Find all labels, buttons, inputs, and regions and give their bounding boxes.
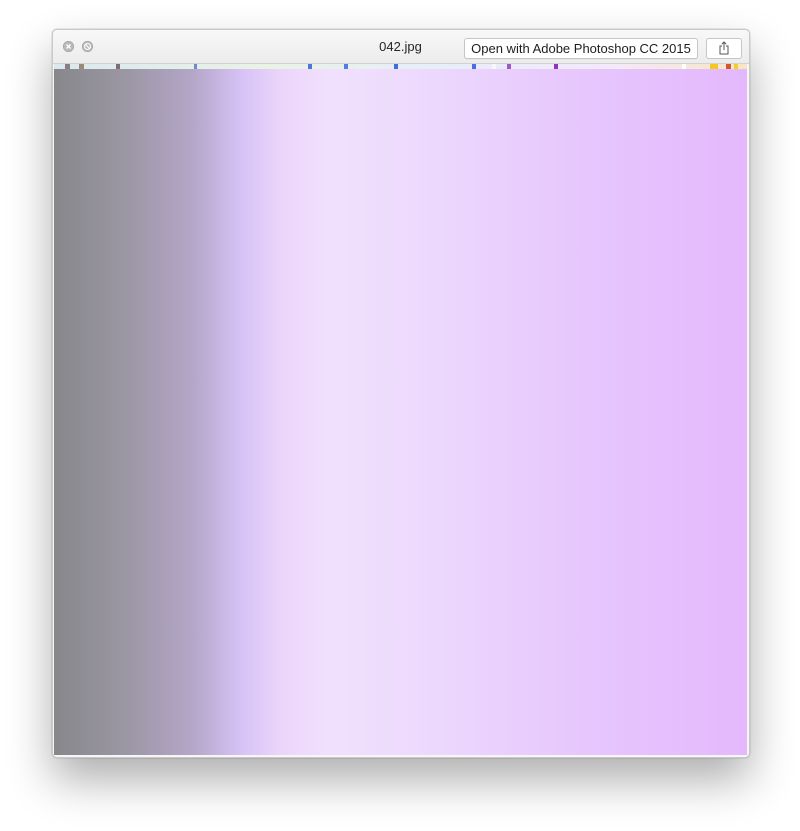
fullscreen-button[interactable] [82,41,93,52]
share-icon [719,41,729,55]
close-icon [66,44,71,49]
fullscreen-disabled-icon [83,42,92,51]
window-title: 042.jpg [379,39,422,54]
image-top-pixel-row [54,64,747,69]
title-bar: 042.jpg Open with Adobe Photoshop CC 201… [53,30,749,64]
share-button[interactable] [706,38,742,59]
close-button[interactable] [63,41,74,52]
open-with-button[interactable]: Open with Adobe Photoshop CC 2015 [464,38,698,59]
quicklook-window: 042.jpg Open with Adobe Photoshop CC 201… [52,29,750,758]
image-preview [54,64,747,755]
